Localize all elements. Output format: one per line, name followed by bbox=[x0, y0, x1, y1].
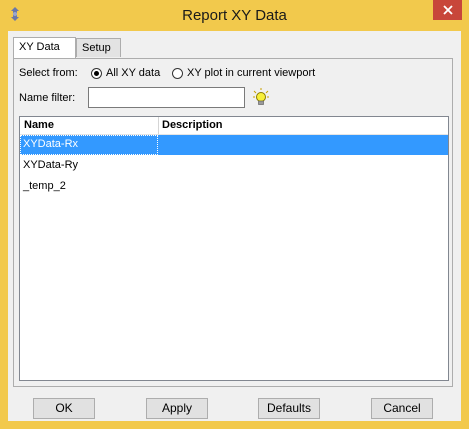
radio-dot bbox=[94, 71, 99, 76]
table-row[interactable]: _temp_2 bbox=[20, 177, 448, 197]
row-name: XYData-Ry bbox=[23, 159, 79, 171]
select-from-label: Select from: bbox=[19, 67, 78, 79]
dialog-body: XY Data Setup Select from: All XY data X… bbox=[8, 31, 461, 421]
xy-plot-viewport-label[interactable]: XY plot in current viewport bbox=[187, 67, 315, 79]
lightbulb-icon[interactable] bbox=[253, 88, 269, 106]
row-name: _temp_2 bbox=[23, 180, 66, 192]
name-filter-input[interactable] bbox=[88, 87, 245, 108]
all-xy-data-label[interactable]: All XY data bbox=[106, 67, 160, 79]
close-button[interactable] bbox=[433, 0, 462, 20]
name-filter-label: Name filter: bbox=[19, 92, 76, 104]
tab-xy-data[interactable]: XY Data bbox=[13, 37, 76, 58]
xy-data-panel: Select from: All XY data XY plot in curr… bbox=[13, 58, 453, 387]
dialog-window: Report XY Data XY Data Setup Select from… bbox=[0, 0, 469, 429]
radio-all-xy-data[interactable] bbox=[91, 68, 102, 79]
column-header-name[interactable]: Name bbox=[24, 119, 54, 131]
close-icon bbox=[442, 5, 453, 15]
window-title: Report XY Data bbox=[182, 7, 287, 24]
ok-button[interactable]: OK bbox=[33, 398, 95, 419]
table-row[interactable]: XYData-Ry bbox=[20, 156, 448, 176]
row-name: XYData-Rx bbox=[23, 138, 79, 150]
tab-setup[interactable]: Setup bbox=[76, 38, 121, 57]
apply-button[interactable]: Apply bbox=[146, 398, 208, 419]
title-bar[interactable]: Report XY Data bbox=[0, 0, 469, 31]
radio-xy-plot-viewport[interactable] bbox=[172, 68, 183, 79]
defaults-button[interactable]: Defaults bbox=[258, 398, 320, 419]
xy-data-list[interactable]: Name Description XYData-Rx XYData-Ry _te… bbox=[19, 116, 449, 381]
list-header: Name Description bbox=[20, 117, 448, 135]
column-header-description[interactable]: Description bbox=[162, 119, 223, 131]
column-divider[interactable] bbox=[158, 117, 159, 134]
cancel-button[interactable]: Cancel bbox=[371, 398, 433, 419]
table-row[interactable]: XYData-Rx bbox=[20, 135, 448, 155]
